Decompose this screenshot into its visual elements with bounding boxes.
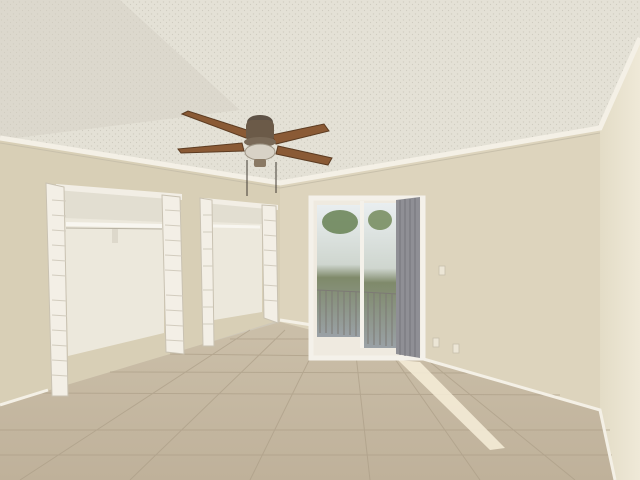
louver-door-center-left <box>161 194 185 355</box>
light-switch <box>438 265 446 276</box>
vertical-blinds <box>396 197 420 358</box>
louver-door-right <box>261 204 279 324</box>
wall-outlet <box>432 337 440 348</box>
louver-door-center-right <box>199 197 215 347</box>
room-illustration <box>0 0 640 480</box>
bedroom-scene <box>0 0 640 480</box>
